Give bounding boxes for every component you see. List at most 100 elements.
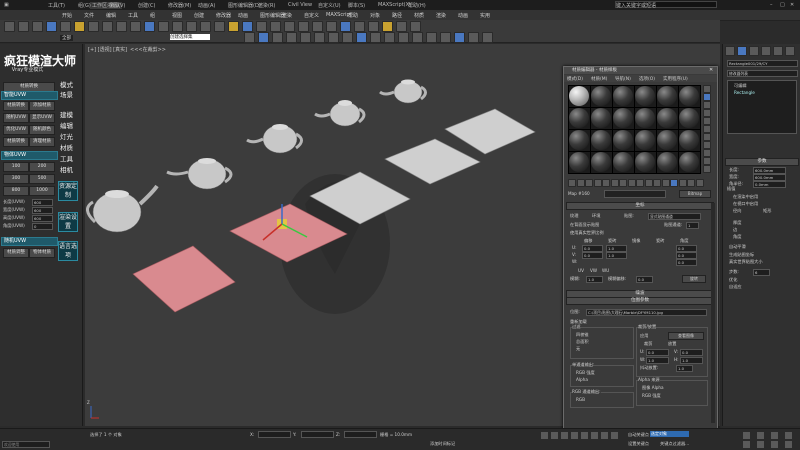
adaptive-checkbox[interactable]: 自适应 [729, 284, 742, 290]
uvw-button[interactable]: 清理材质 [29, 137, 55, 147]
create-selection-input[interactable]: 创建选择集 [170, 34, 210, 40]
toolbar-icon[interactable] [270, 21, 281, 32]
toolbar-icon[interactable] [314, 32, 325, 43]
menu-item[interactable]: 文件 [84, 12, 94, 19]
coord-angle-input[interactable]: 0.0 [676, 252, 697, 259]
menu-item[interactable]: 创建 [194, 12, 204, 19]
rectangular-radio[interactable]: 矩形 [763, 208, 771, 214]
slot-tool-icon[interactable] [703, 85, 711, 93]
grid-size-button[interactable]: 200 [29, 162, 55, 172]
material-slot[interactable] [634, 129, 657, 152]
toolbar-icon[interactable] [200, 21, 211, 32]
toolbar-icon[interactable] [328, 32, 339, 43]
material-slot[interactable] [678, 129, 701, 152]
toolbar-icon[interactable] [396, 21, 407, 32]
plane-marble-5[interactable] [444, 108, 536, 155]
gen-map-coords-checkbox[interactable]: 生成贴图坐标 [729, 252, 754, 258]
material-sample-slots[interactable] [568, 85, 701, 175]
command-tab-icon[interactable] [725, 46, 735, 56]
toolbar-icon[interactable] [4, 21, 15, 32]
uvw-button[interactable]: 优化UVW [3, 125, 29, 135]
toolbar-icon[interactable] [228, 21, 239, 32]
slot-tool-icon[interactable] [703, 149, 711, 157]
object-material-button[interactable]: 物体材质 [29, 248, 55, 258]
coord-offset-input[interactable]: 0.0 [582, 245, 603, 252]
material-slot[interactable] [568, 107, 591, 130]
toolbar-icon[interactable] [298, 21, 309, 32]
auto-key-label[interactable]: 自动关键点 [628, 432, 649, 438]
side-menu-7[interactable]: 相机 [60, 165, 80, 175]
map-channel-input[interactable]: 1 [686, 222, 699, 229]
material-slot[interactable] [634, 151, 657, 174]
title-menu-item[interactable]: 图形编辑器(D) [228, 2, 261, 9]
uvw-field-input[interactable]: 600 [32, 207, 53, 214]
apply-checkbox[interactable]: 应用 [640, 333, 648, 339]
mono-rgb-radio[interactable]: RGB 强度 [576, 370, 595, 376]
toolbar-icon[interactable] [172, 21, 183, 32]
menu-item[interactable]: 编辑 [106, 12, 116, 19]
toolbar-icon[interactable] [398, 32, 409, 43]
rotate-button[interactable]: 旋转 [682, 275, 706, 283]
nav-icon[interactable] [756, 431, 765, 440]
material-editor-scrollbar[interactable] [711, 203, 715, 423]
param-field-input[interactable]: 600.0mm [753, 174, 786, 181]
toolbar-icon[interactable] [340, 21, 351, 32]
texture-radio[interactable]: 纹理 [570, 213, 578, 219]
stack-item-rectangle[interactable]: Rectangle [734, 90, 755, 95]
title-menu-item[interactable]: Civil View [288, 2, 312, 8]
toolbar-icon[interactable] [18, 21, 29, 32]
view-image-button[interactable]: 查看图像 [668, 332, 704, 340]
alpha-rgb-radio[interactable]: RGB 强度 [642, 393, 661, 399]
material-tool-icon[interactable] [670, 179, 678, 187]
mono-alpha-radio[interactable]: Alpha [576, 377, 588, 382]
render-settings-button[interactable]: 渲染设置 [58, 212, 78, 232]
crop-field-input[interactable]: 1.0 [646, 357, 669, 364]
toolbar-icon[interactable] [88, 21, 99, 32]
coord-tiling-input[interactable]: 1.0 [606, 252, 627, 259]
side-menu-1[interactable]: 场景 [60, 90, 80, 100]
menu-item[interactable]: 材质 [414, 12, 424, 19]
menu-item[interactable]: 路径 [392, 12, 402, 19]
material-name-input[interactable] [604, 190, 666, 198]
me-menu-item[interactable]: 导航(N) [615, 76, 631, 82]
search-input[interactable]: 键入关键字或短语 [615, 1, 717, 9]
toolbar-icon[interactable] [144, 21, 155, 32]
grid-size-button[interactable]: 100 [3, 162, 29, 172]
plane-marble-4[interactable] [384, 138, 481, 185]
material-name-field[interactable]: Map #160 [568, 191, 590, 196]
toolbar-icon[interactable] [354, 21, 365, 32]
crop-field-input[interactable]: 0.0 [646, 349, 669, 356]
menu-item[interactable]: 帮助 [348, 12, 358, 19]
uvw-button[interactable]: 材质转换 [3, 101, 29, 111]
toolbar-icon[interactable] [214, 21, 225, 32]
playback-icon[interactable] [590, 431, 599, 440]
material-slot[interactable] [678, 85, 701, 108]
slot-tool-icon[interactable] [703, 93, 711, 101]
place-radio[interactable]: 放置 [668, 341, 676, 347]
toolbar-icon[interactable] [468, 32, 479, 43]
material-tool-icon[interactable] [568, 179, 576, 187]
toolbar-icon[interactable] [158, 21, 169, 32]
coord-offset-input[interactable]: 0.0 [582, 252, 603, 259]
side-menu-4[interactable]: 灯光 [60, 132, 80, 142]
side-menu-2[interactable]: 建模 [60, 110, 80, 120]
toolbar-icon[interactable] [32, 21, 43, 32]
slot-tool-icon[interactable] [703, 125, 711, 133]
title-menu-item[interactable]: 帮助(H) [408, 2, 426, 9]
close-icon[interactable]: ✕ [709, 67, 713, 73]
command-tab-icon[interactable] [785, 46, 795, 56]
jitter-checkbox[interactable]: 抖动放置: [640, 365, 658, 371]
slot-tool-icon[interactable] [703, 109, 711, 117]
title-menu-item[interactable]: 自定义(U) [318, 2, 341, 9]
radial-radio[interactable]: 径向 [733, 208, 741, 214]
me-menu-item[interactable]: 模式(D) [567, 76, 583, 82]
menu-item[interactable]: 视图 [172, 12, 182, 19]
material-slot[interactable] [656, 85, 679, 108]
uvw-button[interactable]: 随机颜色 [29, 125, 55, 135]
toolbar-icon[interactable] [326, 21, 337, 32]
param-field-input[interactable]: 0.0mm [753, 181, 786, 188]
material-tool-icon[interactable] [695, 179, 704, 187]
crop-radio[interactable]: 裁剪 [644, 341, 652, 347]
teapot-2[interactable] [166, 158, 233, 190]
material-slot[interactable] [612, 85, 635, 108]
